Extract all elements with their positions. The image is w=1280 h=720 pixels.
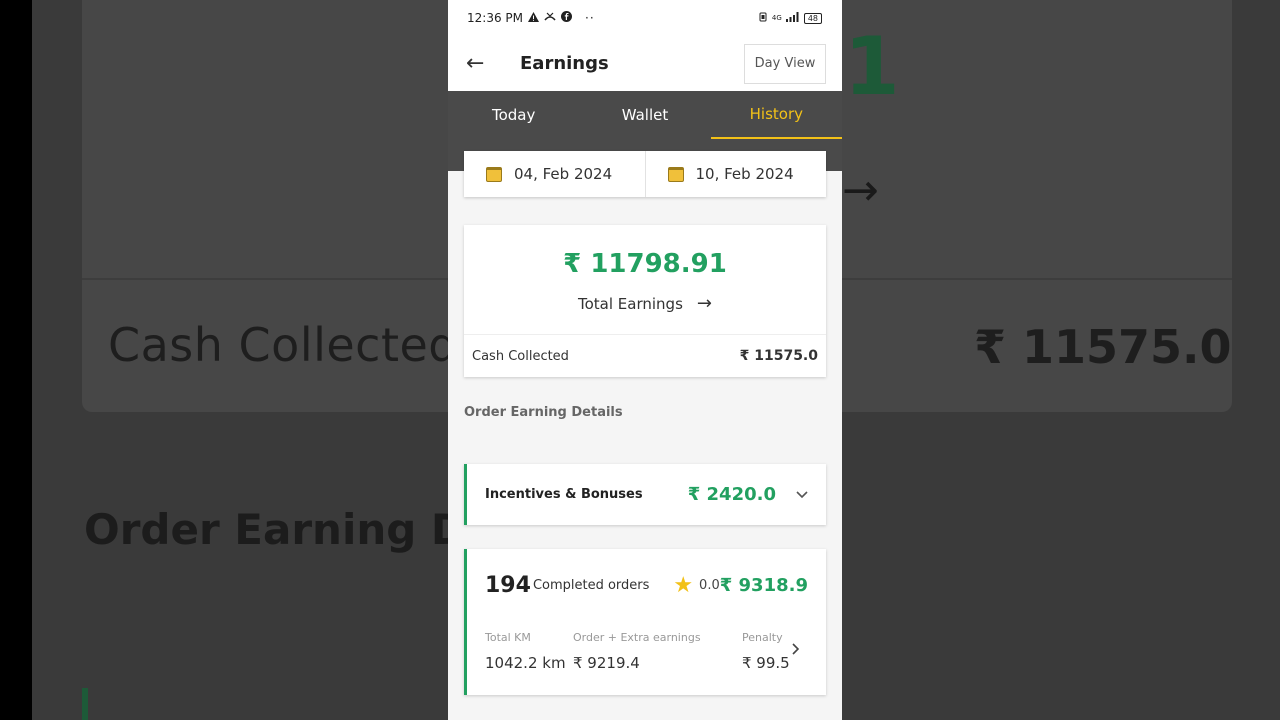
stat-label: Order + Extra earnings (573, 631, 701, 644)
orders-summary: 194 Completed orders ★ 0.0 ₹ 9318.9 (485, 573, 808, 598)
start-date-field[interactable]: 04, Feb 2024 (464, 151, 645, 197)
incentives-value: ₹ 2420.0 (687, 484, 776, 505)
bg-arrow-icon: → (842, 165, 879, 216)
app-bar: ← Earnings Day View (448, 36, 842, 91)
section-title: Order Earning Details (464, 405, 623, 420)
page-title: Earnings (520, 53, 609, 74)
arrow-right-icon: → (696, 293, 712, 314)
total-earnings-value: ₹ 11798.91 (563, 249, 727, 279)
more-dots-icon: ·· (585, 11, 595, 25)
warning-icon (528, 11, 539, 25)
bg-cash-value: ₹ 11575.0 (974, 320, 1232, 374)
rating-value: 0.0 (699, 578, 720, 593)
stat-order-extra: Order + Extra earnings ₹ 9219.4 (573, 631, 701, 672)
network-label: 4G (771, 14, 782, 22)
star-icon: ★ (673, 573, 694, 598)
orders-card[interactable]: 194 Completed orders ★ 0.0 ₹ 9318.9 Tota… (464, 549, 826, 695)
bg-accent-bar (82, 688, 88, 720)
stat-value: ₹ 99.5 (742, 654, 790, 672)
tab-wallet[interactable]: Wallet (579, 91, 710, 139)
cash-collected-label: Cash Collected (472, 348, 569, 364)
total-earnings-link[interactable]: Total Earnings → (464, 293, 826, 314)
incentives-card[interactable]: Incentives & Bonuses ₹ 2420.0 (464, 464, 826, 525)
cash-collected-row: Cash Collected ₹ 11575.0 (464, 334, 826, 377)
earnings-summary-card: ₹ 11798.91 Total Earnings → Cash Collect… (464, 225, 826, 377)
back-arrow-icon[interactable]: ← (466, 51, 512, 76)
battery-icon: 48 (803, 12, 822, 24)
vibrate-icon (758, 12, 768, 25)
status-bar: 12:36 PM ·· 4G 48 (448, 0, 842, 36)
date-range-picker: 04, Feb 2024 10, Feb 2024 (464, 151, 826, 197)
chevron-right-icon[interactable] (792, 643, 800, 659)
day-view-button[interactable]: Day View (744, 43, 826, 84)
calendar-icon (486, 166, 502, 182)
bg-cash-label: Cash Collected (108, 318, 459, 372)
status-left: 12:36 PM ·· (467, 11, 595, 25)
facebook-icon (561, 11, 572, 25)
signal-icon (785, 11, 800, 25)
stat-total-km: Total KM 1042.2 km (485, 631, 566, 672)
stat-label: Penalty (742, 631, 783, 644)
orders-count: 194 (485, 573, 531, 598)
bg-order-title: Order Earning D (84, 505, 466, 554)
end-date-value: 10, Feb 2024 (695, 165, 794, 183)
stat-label: Total KM (485, 631, 531, 644)
bg-big-digit: 1 (844, 20, 900, 113)
start-date-value: 04, Feb 2024 (514, 165, 613, 183)
cash-collected-value: ₹ 11575.0 (739, 348, 818, 364)
phone-screen: 12:36 PM ·· 4G 48 ← Earnings Day View To… (448, 0, 842, 720)
end-date-field[interactable]: 10, Feb 2024 (644, 151, 827, 197)
stat-value: 1042.2 km (485, 654, 566, 672)
missed-call-icon (544, 11, 556, 25)
orders-amount: ₹ 9318.9 (719, 575, 808, 596)
incentives-label: Incentives & Bonuses (485, 487, 643, 502)
stat-value: ₹ 9219.4 (573, 654, 640, 672)
status-right: 4G 48 (758, 11, 822, 25)
total-earnings-label: Total Earnings (578, 294, 683, 313)
stat-penalty: Penalty ₹ 99.5 (742, 631, 790, 672)
calendar-icon (667, 166, 684, 182)
chevron-down-icon[interactable] (796, 488, 808, 502)
tab-today[interactable]: Today (448, 91, 579, 139)
status-time: 12:36 PM (467, 11, 523, 25)
orders-label: Completed orders (532, 578, 650, 593)
tab-row: Today Wallet History (448, 91, 842, 139)
tab-history[interactable]: History (710, 91, 842, 139)
